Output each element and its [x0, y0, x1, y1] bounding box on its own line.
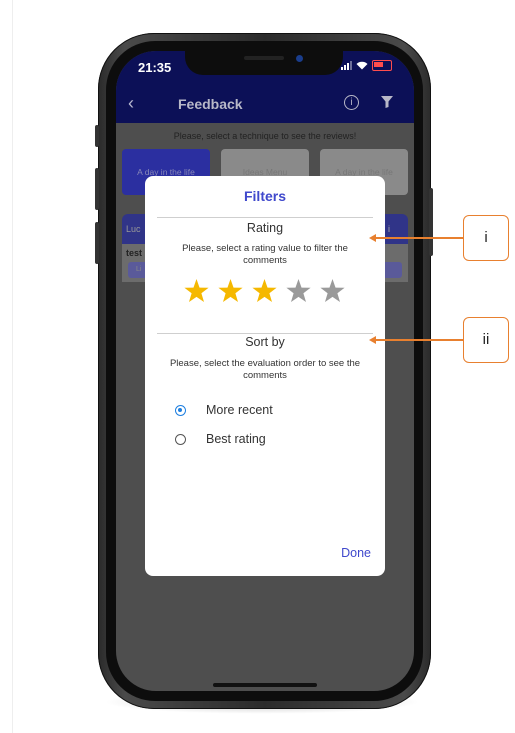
- info-icon[interactable]: i: [344, 95, 359, 110]
- battery-icon: [372, 60, 392, 71]
- review-author: Luc: [126, 224, 141, 234]
- dialog-title: Filters: [243, 188, 286, 204]
- sort-heading: Sort by: [245, 335, 285, 349]
- sort-option-best-rating[interactable]: Best rating: [175, 432, 266, 446]
- star-icon[interactable]: [218, 279, 243, 303]
- wifi-icon: [356, 61, 368, 70]
- phone-mute-switch: [95, 125, 99, 147]
- callout-box: ii: [463, 317, 509, 363]
- page-title: Feedback: [178, 96, 243, 112]
- radio-best-rating[interactable]: [175, 433, 186, 445]
- status-icons: [341, 60, 392, 71]
- sort-option-label: More recent: [206, 403, 273, 417]
- phone-volume-down: [95, 222, 99, 264]
- filter-icon[interactable]: [381, 96, 393, 108]
- star-icon[interactable]: [286, 279, 311, 303]
- filters-dialog: Filters Rating Please, select a rating v…: [145, 176, 385, 576]
- phone-camera: [296, 55, 303, 62]
- star-icon[interactable]: [184, 279, 209, 303]
- rating-heading: Rating: [246, 221, 284, 235]
- status-time: 21:35: [138, 60, 172, 75]
- sort-option-more-recent[interactable]: More recent: [175, 403, 273, 417]
- sort-subtitle: Please, select the evaluation order to s…: [169, 358, 361, 381]
- phone-notch: [185, 51, 343, 75]
- home-indicator[interactable]: [213, 683, 317, 687]
- technique-hint: Please, select a technique to see the re…: [173, 131, 357, 141]
- sort-divider: [157, 333, 373, 334]
- page-left-rule: [12, 0, 13, 733]
- signal-icon: [341, 61, 352, 70]
- phone-volume-up: [95, 168, 99, 210]
- review-corner-text: i: [388, 224, 390, 234]
- rating-subtitle: Please, select a rating value to filter …: [182, 243, 348, 266]
- rating-stars: [184, 279, 345, 303]
- star-icon[interactable]: [252, 279, 277, 303]
- radio-more-recent[interactable]: [175, 404, 186, 416]
- done-button[interactable]: Done: [341, 546, 371, 560]
- review-text: test: [126, 248, 143, 258]
- sort-option-label: Best rating: [206, 432, 266, 446]
- phone-speaker: [244, 56, 284, 60]
- callout-arrow-line: [375, 237, 463, 239]
- rating-divider: [157, 217, 373, 218]
- callout-box: i: [463, 215, 509, 261]
- star-icon[interactable]: [320, 279, 345, 303]
- phone-power-button: [429, 188, 433, 256]
- callout-arrow-line: [375, 339, 463, 341]
- back-button[interactable]: ‹: [128, 93, 134, 114]
